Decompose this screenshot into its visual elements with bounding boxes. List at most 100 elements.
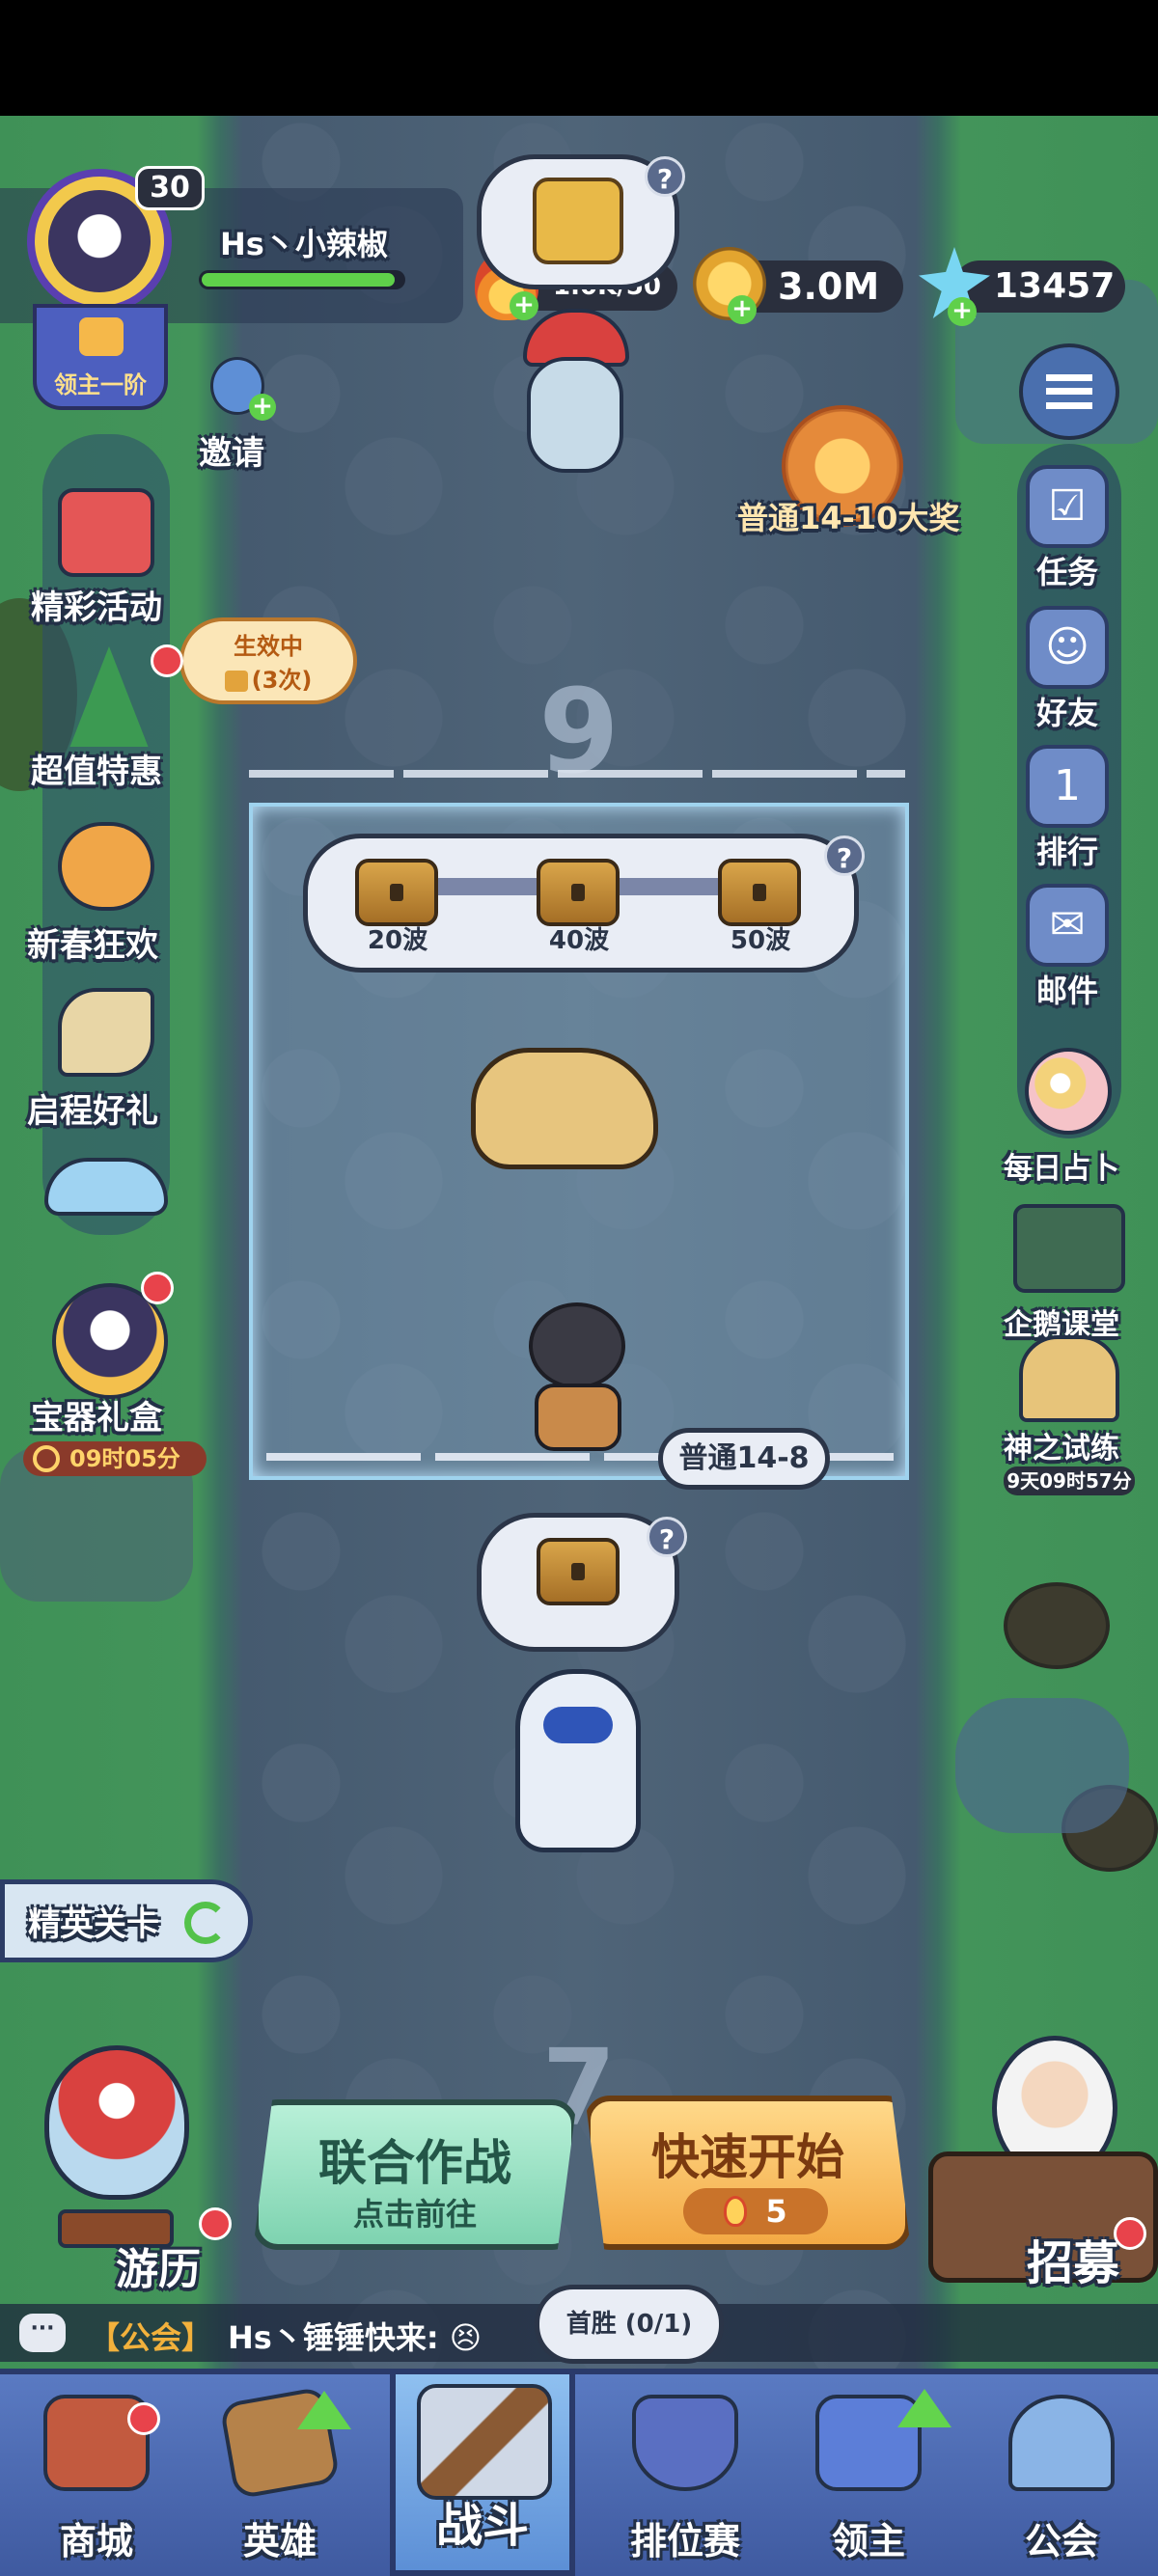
hero-head <box>529 1302 625 1389</box>
temple-icon <box>1019 1335 1119 1422</box>
penguin-class-button[interactable]: 企鹅课堂 <box>990 1204 1144 1349</box>
plus-icon: + <box>249 394 276 421</box>
experience-bar-fill <box>202 273 395 287</box>
treasure-gift-button[interactable]: 宝器礼盒 09时05分 <box>17 1283 210 1476</box>
buff-badge[interactable]: 生效中 (3次) <box>179 617 357 704</box>
event-item-activity[interactable]: 精彩活动 <box>17 482 191 637</box>
main-menu-button[interactable] <box>1019 343 1119 440</box>
daily-divination-button[interactable]: 每日占卜 <box>990 1048 1144 1192</box>
recruit-button[interactable]: 招募 <box>924 2036 1158 2325</box>
gem-add-icon[interactable]: + <box>948 297 977 326</box>
journey-label: 游历 <box>116 2245 201 2294</box>
crystal-ball-icon <box>1025 1048 1112 1135</box>
quests-label: 任务 <box>1035 554 1098 590</box>
wave-chest-50[interactable] <box>718 859 801 926</box>
event-item-label: 超值特惠 <box>31 753 162 791</box>
mail-icon: ✉ <box>1026 884 1109 967</box>
trophy-icon <box>224 671 248 692</box>
event-item-spring[interactable]: 新春狂欢 <box>14 818 187 973</box>
chat-message: Hs丶锤锤快来: 😣 <box>228 2319 482 2356</box>
mage-mask <box>543 1707 613 1743</box>
wave-label: 40波 <box>548 926 610 955</box>
chat-channel: 【公会】 <box>89 2319 213 2356</box>
help-icon[interactable]: ? <box>824 836 865 876</box>
game-map: 30 领主一阶 Hs丶小辣椒 + 邀请 1.0K/50 + 3.0M + 134… <box>0 116 1158 2576</box>
nav-battle[interactable]: 战斗 <box>390 2369 575 2576</box>
gem-resource[interactable]: 13457 + <box>915 241 1127 328</box>
friends-icon: ☺ <box>1026 606 1109 689</box>
gold-add-icon[interactable]: + <box>728 295 757 324</box>
wave-chest-20[interactable] <box>355 859 438 926</box>
first-win-badge[interactable]: 首胜 (0/1) <box>535 2285 724 2364</box>
avatar <box>48 190 151 292</box>
invite-button[interactable]: + 邀请 <box>193 357 280 482</box>
nav-ranked[interactable]: 排位赛 <box>589 2373 782 2576</box>
wave-chest-40[interactable] <box>537 859 620 926</box>
mail-button[interactable]: ✉ 邮件 <box>1019 884 1116 1011</box>
ranking-button[interactable]: 1 排行 <box>1019 745 1116 872</box>
quests-button[interactable]: ☑ 任务 <box>1019 465 1116 592</box>
boss-character <box>504 309 654 492</box>
nav-shop-label: 商城 <box>59 2520 133 2562</box>
notification-dot <box>1114 2217 1146 2250</box>
upgrade-arrow-icon <box>897 2389 951 2427</box>
flame-icon <box>724 2196 748 2227</box>
elite-stage-label: 精英关卡 <box>28 1905 159 1944</box>
journey-button[interactable]: 游历 <box>10 2045 232 2296</box>
event-item-start-gift[interactable]: 启程好礼 <box>14 984 187 1138</box>
crown-icon <box>79 317 124 356</box>
rank-badge[interactable]: 领主一阶 <box>33 304 168 410</box>
hamburger-icon <box>1046 374 1092 409</box>
next-stage-chest <box>537 1538 620 1605</box>
quick-start-title: 快速开始 <box>651 2129 844 2185</box>
nav-shop[interactable]: 商城 <box>0 2373 193 2576</box>
quick-start-button[interactable]: 快速开始 5 <box>585 2096 911 2250</box>
sabertooth-enemy <box>471 1048 658 1169</box>
mage-enemy <box>515 1669 641 1852</box>
nav-ranked-label: 排位赛 <box>629 2520 740 2562</box>
god-trial-timer: 9天09时57分 <box>1004 1466 1135 1495</box>
treasure-gift-timer: 09时05分 <box>69 1445 180 1472</box>
friends-button[interactable]: ☺ 好友 <box>1019 606 1116 733</box>
buff-badge-count: (3次) <box>183 661 353 695</box>
status-bar <box>0 0 1158 116</box>
notification-dot <box>199 2207 232 2240</box>
menu-collapse-arrow[interactable] <box>44 1158 168 1216</box>
stage-label-tag[interactable]: 普通14-8 <box>658 1428 830 1490</box>
nav-heroes-label: 英雄 <box>242 2520 317 2562</box>
hexagon-key-icon <box>533 178 623 264</box>
gem-pill: 13457 <box>953 260 1125 313</box>
wave-label: 50波 <box>730 926 791 955</box>
stage-divider <box>249 770 905 778</box>
event-item-label: 新春狂欢 <box>27 926 158 965</box>
coop-battle-button[interactable]: 联合作战 点击前往 <box>253 2099 577 2250</box>
gold-resource[interactable]: 3.0M + <box>693 247 905 324</box>
elite-stage-button[interactable]: 精英关卡 <box>0 1879 253 1962</box>
help-icon[interactable]: ? <box>645 156 685 197</box>
god-trial-button[interactable]: 神之试练 9天09时57分 <box>990 1335 1154 1509</box>
grand-prize-label: 普通14-10大奖 <box>737 500 960 536</box>
treasure-gift-label: 宝器礼盒 <box>31 1399 162 1438</box>
grand-prize-button[interactable]: 普通14-10大奖 <box>733 405 959 536</box>
swords-icon <box>417 2384 552 2500</box>
quick-start-cost-value: 5 <box>765 2193 787 2230</box>
penguin-teacher-icon <box>1013 1204 1125 1293</box>
chat-bubble-icon: ··· <box>19 2314 66 2352</box>
upgrade-arrow-icon <box>297 2391 351 2429</box>
buff-badge-count-text: (3次) <box>251 667 313 694</box>
ranking-label: 排行 <box>1035 834 1098 870</box>
hot-air-balloon-icon <box>44 2045 189 2200</box>
hero-character <box>510 1302 645 1457</box>
nav-lord-label: 领主 <box>831 2520 905 2562</box>
rocks-decoration <box>955 1698 1129 1833</box>
recruit-label: 招募 <box>1027 2236 1120 2290</box>
nav-guild[interactable]: 公会 <box>965 2373 1158 2576</box>
hero-body <box>535 1384 621 1451</box>
help-icon[interactable]: ? <box>647 1517 687 1557</box>
stage-number: 9 <box>538 666 620 800</box>
wave-label: 20波 <box>367 926 428 955</box>
coop-battle-title: 联合作战 <box>318 2135 511 2191</box>
event-item-label: 精彩活动 <box>31 589 162 627</box>
quick-start-cost: 5 <box>683 2188 828 2234</box>
refresh-icon <box>184 1902 227 1944</box>
